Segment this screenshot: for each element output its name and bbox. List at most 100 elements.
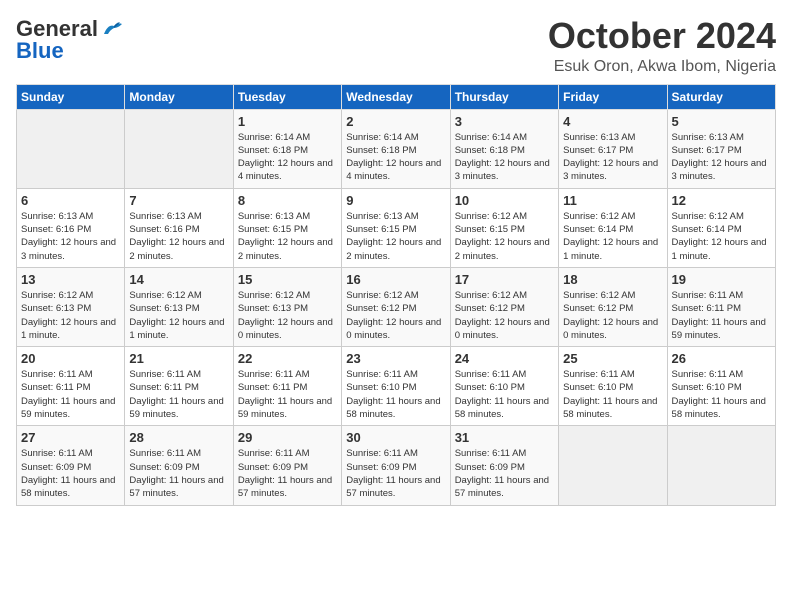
calendar-cell: 11 Sunrise: 6:12 AMSunset: 6:14 PMDayligh…	[559, 188, 667, 267]
calendar-cell: 4 Sunrise: 6:13 AMSunset: 6:17 PMDaylight…	[559, 109, 667, 188]
day-detail: Sunrise: 6:11 AMSunset: 6:09 PMDaylight:…	[21, 447, 120, 500]
day-detail: Sunrise: 6:12 AMSunset: 6:13 PMDaylight:…	[238, 289, 337, 342]
day-number: 13	[21, 272, 120, 287]
calendar-cell: 20Sunrise: 6:11 AMSunset: 6:11 PMDayligh…	[17, 347, 125, 426]
day-detail: Sunrise: 6:12 AMSunset: 6:12 PMDaylight:…	[455, 289, 554, 342]
day-number: 7	[129, 193, 228, 208]
day-number: 11	[563, 193, 662, 208]
day-detail: Sunrise: 6:11 AMSunset: 6:10 PMDaylight:…	[455, 368, 554, 421]
calendar-cell: 5 Sunrise: 6:13 AMSunset: 6:17 PMDaylight…	[667, 109, 775, 188]
weekday-header: Thursday	[450, 84, 558, 109]
calendar-cell: 18Sunrise: 6:12 AMSunset: 6:12 PMDayligh…	[559, 267, 667, 346]
day-number: 14	[129, 272, 228, 287]
day-detail: Sunrise: 6:13 AMSunset: 6:16 PMDaylight:…	[129, 210, 228, 263]
day-number: 5	[672, 114, 771, 129]
logo-blue: Blue	[16, 38, 64, 64]
day-number: 4	[563, 114, 662, 129]
calendar-cell: 13Sunrise: 6:12 AMSunset: 6:13 PMDayligh…	[17, 267, 125, 346]
calendar-cell: 14 Sunrise: 6:12 AMSunset: 6:13 PMDayligh…	[125, 267, 233, 346]
day-number: 30	[346, 430, 445, 445]
day-detail: Sunrise: 6:13 AMSunset: 6:17 PMDaylight:…	[563, 131, 662, 184]
day-number: 19	[672, 272, 771, 287]
day-detail: Sunrise: 6:12 AMSunset: 6:15 PMDaylight:…	[455, 210, 554, 263]
logo-bird-icon	[100, 20, 122, 38]
calendar-cell: 27Sunrise: 6:11 AMSunset: 6:09 PMDayligh…	[17, 426, 125, 505]
location: Esuk Oron, Akwa Ibom, Nigeria	[548, 58, 776, 76]
day-detail: Sunrise: 6:14 AMSunset: 6:18 PMDaylight:…	[346, 131, 445, 184]
calendar-cell: 12 Sunrise: 6:12 AMSunset: 6:14 PMDayligh…	[667, 188, 775, 267]
calendar-week-row: 13 Sunrise: 6:12 AMSunset: 6:13 PMDayligh…	[17, 267, 776, 346]
day-detail: Sunrise: 6:12 AMSunset: 6:14 PMDaylight:…	[672, 210, 771, 263]
day-number: 26	[672, 351, 771, 366]
day-number: 24	[455, 351, 554, 366]
day-detail: Sunrise: 6:11 AMSunset: 6:11 PMDaylight:…	[129, 368, 228, 421]
calendar-cell: 16 Sunrise: 6:12 AMSunset: 6:12 PMDayligh…	[342, 267, 450, 346]
calendar-cell: 21 Sunrise: 6:11 AMSunset: 6:11 PMDayligh…	[125, 347, 233, 426]
day-detail: Sunrise: 6:13 AMSunset: 6:17 PMDaylight:…	[672, 131, 771, 184]
calendar-cell: 9 Sunrise: 6:13 AMSunset: 6:15 PMDaylight…	[342, 188, 450, 267]
calendar-cell: 25 Sunrise: 6:11 AMSunset: 6:10 PMDayligh…	[559, 347, 667, 426]
day-number: 23	[346, 351, 445, 366]
weekday-header: Friday	[559, 84, 667, 109]
day-detail: Sunrise: 6:11 AMSunset: 6:11 PMDaylight:…	[672, 289, 771, 342]
calendar-cell: 22Sunrise: 6:11 AMSunset: 6:11 PMDayligh…	[233, 347, 341, 426]
calendar-cell	[125, 109, 233, 188]
weekday-header: Monday	[125, 84, 233, 109]
calendar-cell: 10 Sunrise: 6:12 AMSunset: 6:15 PMDayligh…	[450, 188, 558, 267]
calendar-week-row: 27Sunrise: 6:11 AMSunset: 6:09 PMDayligh…	[17, 426, 776, 505]
calendar-cell	[559, 426, 667, 505]
day-detail: Sunrise: 6:14 AMSunset: 6:18 PMDaylight:…	[455, 131, 554, 184]
calendar-cell: 19 Sunrise: 6:11 AMSunset: 6:11 PMDayligh…	[667, 267, 775, 346]
day-number: 25	[563, 351, 662, 366]
day-detail: Sunrise: 6:12 AMSunset: 6:14 PMDaylight:…	[563, 210, 662, 263]
calendar-cell: 8 Sunrise: 6:13 AMSunset: 6:15 PMDaylight…	[233, 188, 341, 267]
day-number: 1	[238, 114, 337, 129]
calendar-cell: 23Sunrise: 6:11 AMSunset: 6:10 PMDayligh…	[342, 347, 450, 426]
day-detail: Sunrise: 6:13 AMSunset: 6:15 PMDaylight:…	[238, 210, 337, 263]
month-title: October 2024	[548, 16, 776, 56]
calendar: SundayMondayTuesdayWednesdayThursdayFrid…	[16, 84, 776, 506]
weekday-header: Wednesday	[342, 84, 450, 109]
calendar-cell: 2 Sunrise: 6:14 AMSunset: 6:18 PMDaylight…	[342, 109, 450, 188]
calendar-cell: 31 Sunrise: 6:11 AMSunset: 6:09 PMDayligh…	[450, 426, 558, 505]
day-number: 3	[455, 114, 554, 129]
day-number: 21	[129, 351, 228, 366]
page-header: General Blue October 2024 Esuk Oron, Akw…	[16, 16, 776, 76]
calendar-cell: 30 Sunrise: 6:11 AMSunset: 6:09 PMDayligh…	[342, 426, 450, 505]
day-number: 6	[21, 193, 120, 208]
weekday-header: Saturday	[667, 84, 775, 109]
calendar-week-row: 20Sunrise: 6:11 AMSunset: 6:11 PMDayligh…	[17, 347, 776, 426]
day-detail: Sunrise: 6:11 AMSunset: 6:11 PMDaylight:…	[21, 368, 120, 421]
calendar-cell: 26Sunrise: 6:11 AMSunset: 6:10 PMDayligh…	[667, 347, 775, 426]
day-number: 31	[455, 430, 554, 445]
day-number: 12	[672, 193, 771, 208]
day-number: 16	[346, 272, 445, 287]
day-detail: Sunrise: 6:11 AMSunset: 6:09 PMDaylight:…	[455, 447, 554, 500]
day-detail: Sunrise: 6:11 AMSunset: 6:10 PMDaylight:…	[563, 368, 662, 421]
day-number: 28	[129, 430, 228, 445]
calendar-cell: 6 Sunrise: 6:13 AMSunset: 6:16 PMDaylight…	[17, 188, 125, 267]
day-number: 17	[455, 272, 554, 287]
calendar-cell: 1 Sunrise: 6:14 AMSunset: 6:18 PMDaylight…	[233, 109, 341, 188]
calendar-cell: 17 Sunrise: 6:12 AMSunset: 6:12 PMDayligh…	[450, 267, 558, 346]
day-number: 22	[238, 351, 337, 366]
calendar-week-row: 1 Sunrise: 6:14 AMSunset: 6:18 PMDaylight…	[17, 109, 776, 188]
calendar-cell: 24 Sunrise: 6:11 AMSunset: 6:10 PMDayligh…	[450, 347, 558, 426]
day-number: 9	[346, 193, 445, 208]
day-detail: Sunrise: 6:14 AMSunset: 6:18 PMDaylight:…	[238, 131, 337, 184]
day-detail: Sunrise: 6:13 AMSunset: 6:16 PMDaylight:…	[21, 210, 120, 263]
calendar-cell	[667, 426, 775, 505]
calendar-cell: 15Sunrise: 6:12 AMSunset: 6:13 PMDayligh…	[233, 267, 341, 346]
calendar-cell	[17, 109, 125, 188]
day-number: 10	[455, 193, 554, 208]
day-detail: Sunrise: 6:13 AMSunset: 6:15 PMDaylight:…	[346, 210, 445, 263]
day-number: 2	[346, 114, 445, 129]
day-detail: Sunrise: 6:12 AMSunset: 6:13 PMDaylight:…	[129, 289, 228, 342]
day-number: 8	[238, 193, 337, 208]
calendar-cell: 7 Sunrise: 6:13 AMSunset: 6:16 PMDaylight…	[125, 188, 233, 267]
day-detail: Sunrise: 6:12 AMSunset: 6:12 PMDaylight:…	[346, 289, 445, 342]
day-number: 18	[563, 272, 662, 287]
day-detail: Sunrise: 6:11 AMSunset: 6:09 PMDaylight:…	[346, 447, 445, 500]
title-block: October 2024 Esuk Oron, Akwa Ibom, Niger…	[548, 16, 776, 76]
day-detail: Sunrise: 6:11 AMSunset: 6:09 PMDaylight:…	[238, 447, 337, 500]
